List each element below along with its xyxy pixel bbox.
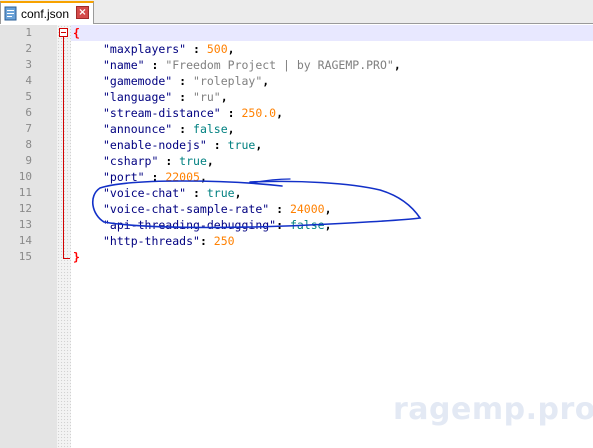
json-separator: : xyxy=(172,122,194,136)
file-icon xyxy=(4,6,18,21)
json-separator: : xyxy=(199,234,214,248)
json-comma: , xyxy=(227,122,235,136)
json-comma: , xyxy=(324,202,332,216)
json-value: 250.0 xyxy=(241,106,277,120)
json-value: "roleplay" xyxy=(193,74,263,88)
line-number: 7 xyxy=(25,122,32,135)
json-key: "language" xyxy=(103,90,173,104)
code-line: "csharp" : true, xyxy=(103,153,214,169)
code-line: { xyxy=(73,25,80,41)
json-comma: , xyxy=(324,218,332,232)
line-number: 14 xyxy=(18,234,32,247)
line-number: 15 xyxy=(18,250,32,263)
fold-guide-end xyxy=(63,258,70,259)
code-line: "stream-distance" : 250.0, xyxy=(103,105,283,121)
json-value: 24000 xyxy=(289,202,325,216)
line-number: 10 xyxy=(18,170,32,183)
tab-title: conf.json xyxy=(21,6,70,21)
code-line: "voice-chat" : true, xyxy=(103,185,242,201)
json-separator: : xyxy=(186,186,207,200)
json-separator: : xyxy=(144,58,166,72)
code-line: "maxplayers" : 500, xyxy=(103,41,235,57)
json-value: false xyxy=(193,122,228,136)
tab-conf-json[interactable]: conf.json × xyxy=(0,1,94,24)
line-number: 1 xyxy=(25,26,32,39)
json-separator: : xyxy=(269,202,290,216)
json-comma: , xyxy=(234,186,242,200)
json-value: false xyxy=(289,218,325,232)
code-line: "api-threading-debugging": false, xyxy=(103,217,332,233)
json-key: "maxplayers" xyxy=(103,42,187,56)
json-key: "name" xyxy=(103,58,145,72)
code-line: "voice-chat-sample-rate" : 24000, xyxy=(103,201,332,217)
tab-bar: conf.json × xyxy=(0,0,593,24)
json-separator: : xyxy=(206,138,228,152)
json-key: "stream-distance" xyxy=(103,106,221,120)
json-key: "gamemode" xyxy=(103,74,173,88)
json-separator: : xyxy=(276,218,290,232)
line-number: 6 xyxy=(25,106,32,119)
open-brace: { xyxy=(73,26,80,40)
json-key: "voice-chat-sample-rate" xyxy=(103,202,270,216)
json-comma: , xyxy=(206,154,214,168)
code-line: "http-threads": 250 xyxy=(103,233,235,249)
line-number: 2 xyxy=(25,42,32,55)
json-separator: : xyxy=(172,90,194,104)
json-key: "http-threads" xyxy=(103,234,200,248)
json-value: "Freedom Project | by RAGEMP.PRO" xyxy=(165,58,394,72)
json-key: "announce" xyxy=(103,122,173,136)
json-comma: , xyxy=(255,138,263,152)
json-separator: : xyxy=(220,106,242,120)
json-value: true xyxy=(206,186,235,200)
json-comma: , xyxy=(393,58,401,72)
json-value: true xyxy=(179,154,207,168)
json-value: "ru" xyxy=(193,90,221,104)
code-line: "gamemode" : "roleplay", xyxy=(103,73,269,89)
code-line: "language" : "ru", xyxy=(103,89,228,105)
json-separator: : xyxy=(186,42,207,56)
json-key: "enable-nodejs" xyxy=(103,138,207,152)
close-tab-icon[interactable]: × xyxy=(76,6,89,19)
json-separator: : xyxy=(158,154,180,168)
json-value: 500 xyxy=(206,42,228,56)
json-comma: , xyxy=(276,106,284,120)
fold-collapse-icon[interactable] xyxy=(59,28,68,37)
code-line: "enable-nodejs" : true, xyxy=(103,137,262,153)
line-number: 11 xyxy=(18,186,32,199)
line-number: 4 xyxy=(25,74,32,87)
json-separator: : xyxy=(172,74,194,88)
fold-guide-line xyxy=(63,37,64,259)
code-line: "name" : "Freedom Project | by RAGEMP.PR… xyxy=(103,57,401,73)
line-number: 12 xyxy=(18,202,32,215)
json-comma: , xyxy=(227,42,235,56)
json-separator: : xyxy=(144,170,166,184)
json-comma: , xyxy=(262,74,270,88)
line-number: 3 xyxy=(25,58,32,71)
code-line: "announce" : false, xyxy=(103,121,235,137)
json-key: "api-threading-debugging" xyxy=(103,218,277,232)
code-line: "port" : 22005, xyxy=(103,169,207,185)
code-line: } xyxy=(73,249,80,265)
line-number-gutter: 1 2 3 4 5 6 7 8 9 10 11 12 13 14 15 xyxy=(0,25,57,448)
close-brace: } xyxy=(73,250,80,264)
json-key: "port" xyxy=(103,170,145,184)
fold-margin xyxy=(57,25,71,448)
line-number: 9 xyxy=(25,154,32,167)
json-key: "voice-chat" xyxy=(103,186,187,200)
line-number: 5 xyxy=(25,90,32,103)
line-number: 8 xyxy=(25,138,32,151)
json-value: 22005 xyxy=(165,170,200,184)
editor-text-area[interactable]: {"maxplayers" : 500, "name" : "Freedom Pr… xyxy=(73,25,593,448)
json-comma: , xyxy=(199,170,207,184)
json-value: true xyxy=(227,138,256,152)
watermark: ragemp.pro xyxy=(393,392,593,427)
json-value: 250 xyxy=(213,234,235,248)
json-comma: , xyxy=(220,90,228,104)
line-number: 13 xyxy=(18,218,32,231)
json-key: "csharp" xyxy=(103,154,159,168)
